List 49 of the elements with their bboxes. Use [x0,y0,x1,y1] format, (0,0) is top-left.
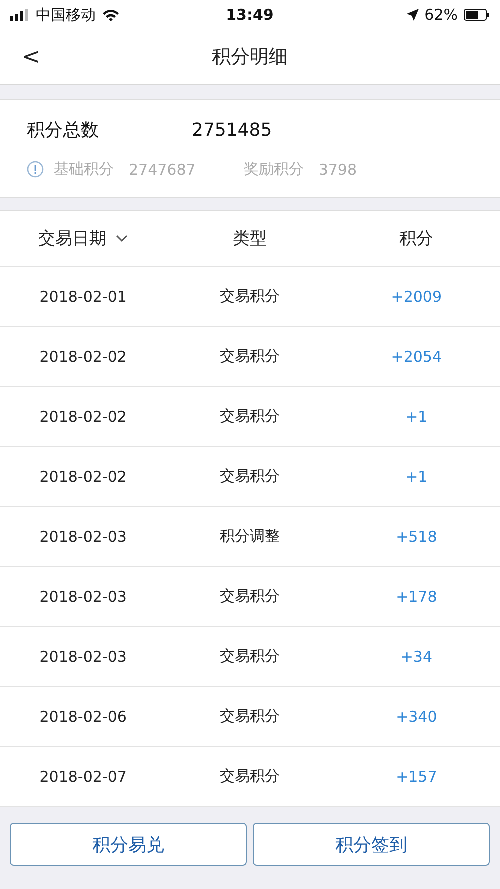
points-cell-text: +1 [404,466,429,488]
date-cell-text: 2018-02-01 [38,286,128,308]
location-icon [406,9,419,21]
base-value: 2747687 [129,160,196,178]
column-header: 积分 [400,228,434,250]
type-cell-text: 交易积分 [218,406,281,427]
column-header: 类型 [232,228,267,250]
date-cell-text: 2018-02-02 [38,346,128,368]
action-button[interactable]: 积分签到 [253,823,490,866]
type-cell-text: 交易积分 [218,286,281,307]
points-cell-text: +34 [400,646,434,668]
bonus-value: 3798 [318,160,357,178]
chevron-down-icon[interactable] [116,234,128,242]
points-cell-text: +2054 [390,346,444,368]
battery-icon [464,9,490,21]
points-cell-text: +2009 [390,286,444,308]
date-cell-text: 2018-02-03 [38,646,128,668]
bonus-label: 奖励积分 [244,160,304,179]
type-cell-text: 交易积分 [218,466,281,487]
total-value: 2751485 [192,120,272,140]
column-header: 交易日期 [38,228,106,250]
points-cell-text: +178 [395,586,438,608]
battery-percent: 62% [424,6,458,24]
points-cell-text: +1 [404,406,429,428]
type-cell-text: 积分调整 [218,526,281,547]
type-cell-text: 交易积分 [218,346,281,367]
wifi-icon [102,8,120,22]
points-cell-text: +340 [395,706,438,728]
date-cell-text: 2018-02-06 [38,706,128,728]
points-cell-text: +157 [395,766,438,788]
date-cell-text: 2018-02-07 [38,766,128,788]
info-icon[interactable] [27,161,44,178]
total-label: 积分总数 [27,119,100,142]
signal-icon [10,9,30,21]
type-cell-text: 交易积分 [218,586,281,607]
type-cell-text: 交易积分 [218,646,281,667]
action-button[interactable]: 积分易兑 [10,823,247,866]
type-cell-text: 交易积分 [218,706,281,727]
date-cell-text: 2018-02-03 [38,526,128,548]
points-cell-text: +518 [395,526,438,548]
type-cell-text: 交易积分 [218,766,281,787]
page-title: 积分明细 [212,45,288,70]
clock: 13:49 [226,6,274,24]
carrier-name: 中国移动 [36,6,96,24]
back-button[interactable]: < [0,44,62,70]
date-cell-text: 2018-02-03 [38,586,128,608]
base-label: 基础积分 [54,160,114,179]
date-cell-text: 2018-02-02 [38,406,128,428]
date-cell-text: 2018-02-02 [38,466,128,488]
